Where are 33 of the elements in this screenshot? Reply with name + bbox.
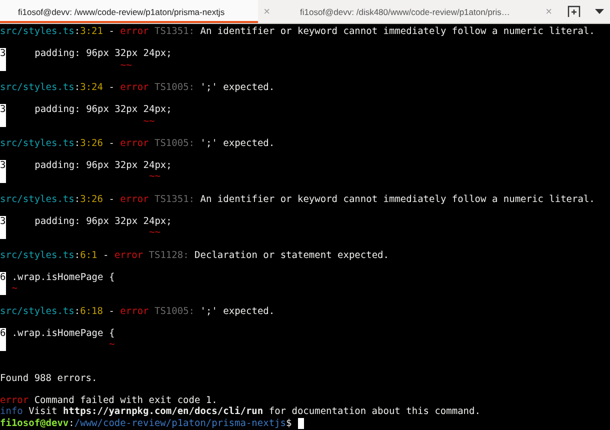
error-message: error Command failed with exit code 1. bbox=[0, 395, 218, 406]
terminal-tab[interactable]: fi1osof@devv: /www/code-review/p1aton/prisma-nextjs bbox=[0, 0, 258, 23]
line-number: 3 bbox=[0, 216, 6, 239]
error-message: src/styles.ts:3:26 - error TS1005: ';' expected. bbox=[0, 138, 276, 150]
source-code: padding: 96px 32px 24px; bbox=[34, 104, 172, 116]
summary-text: Found 988 errors. bbox=[0, 372, 98, 384]
shell-prompt: fi1osof@devv:/www/code-review/p1aton/prisma-nextjs$ bbox=[0, 418, 292, 429]
terminal-tab[interactable]: fi1osof@devv: /disk480/www/code-review/p1aton/pris… bbox=[282, 0, 540, 23]
line-number: 3 bbox=[0, 48, 6, 71]
source-code: .wrap.isHomePage { bbox=[10, 272, 115, 284]
line-number: 3 bbox=[0, 160, 6, 183]
line-number: 3 bbox=[0, 104, 6, 127]
line-number: 6 bbox=[0, 328, 6, 351]
error-underline: ~~ bbox=[149, 227, 160, 238]
source-code: padding: 96px 32px 24px; bbox=[34, 48, 172, 60]
error-underline: ~~ bbox=[149, 171, 160, 182]
error-underline: ~~ bbox=[143, 116, 155, 127]
error-message: src/styles.ts:6:1 - error TS1128: Declaration or statement expected. bbox=[0, 250, 390, 261]
source-code: padding: 96px 32px 24px; bbox=[34, 160, 172, 172]
cursor bbox=[298, 418, 304, 429]
source-code: .wrap.isHomePage { bbox=[10, 328, 115, 340]
source-code: padding: 96px 32px 24px; bbox=[34, 216, 172, 228]
error-message: src/styles.ts:3:26 - error TS1351: An identifier or keyword cannot immediately follow a numeric literal. bbox=[0, 194, 596, 206]
error-underline: ~~ bbox=[120, 60, 132, 71]
error-underline: ~ bbox=[12, 283, 18, 294]
line-number: 6 bbox=[0, 272, 6, 295]
error-message: src/styles.ts:3:24 - error TS1005: ';' expected. bbox=[0, 82, 276, 94]
dropdown-caret-icon[interactable] bbox=[595, 8, 604, 14]
info-message: info Visit https://yarnpkg.com/en/docs/cli/run for documentation about this command. bbox=[0, 406, 482, 418]
new-tab-icon[interactable] bbox=[567, 5, 581, 18]
error-underline: ~ bbox=[108, 339, 115, 350]
error-message: src/styles.ts:6:18 - error TS1005: ';' expected. bbox=[0, 306, 276, 317]
error-message: src/styles.ts:3:21 - error TS1351: An identifier or keyword cannot immediately follow a numeric literal. bbox=[0, 26, 596, 38]
